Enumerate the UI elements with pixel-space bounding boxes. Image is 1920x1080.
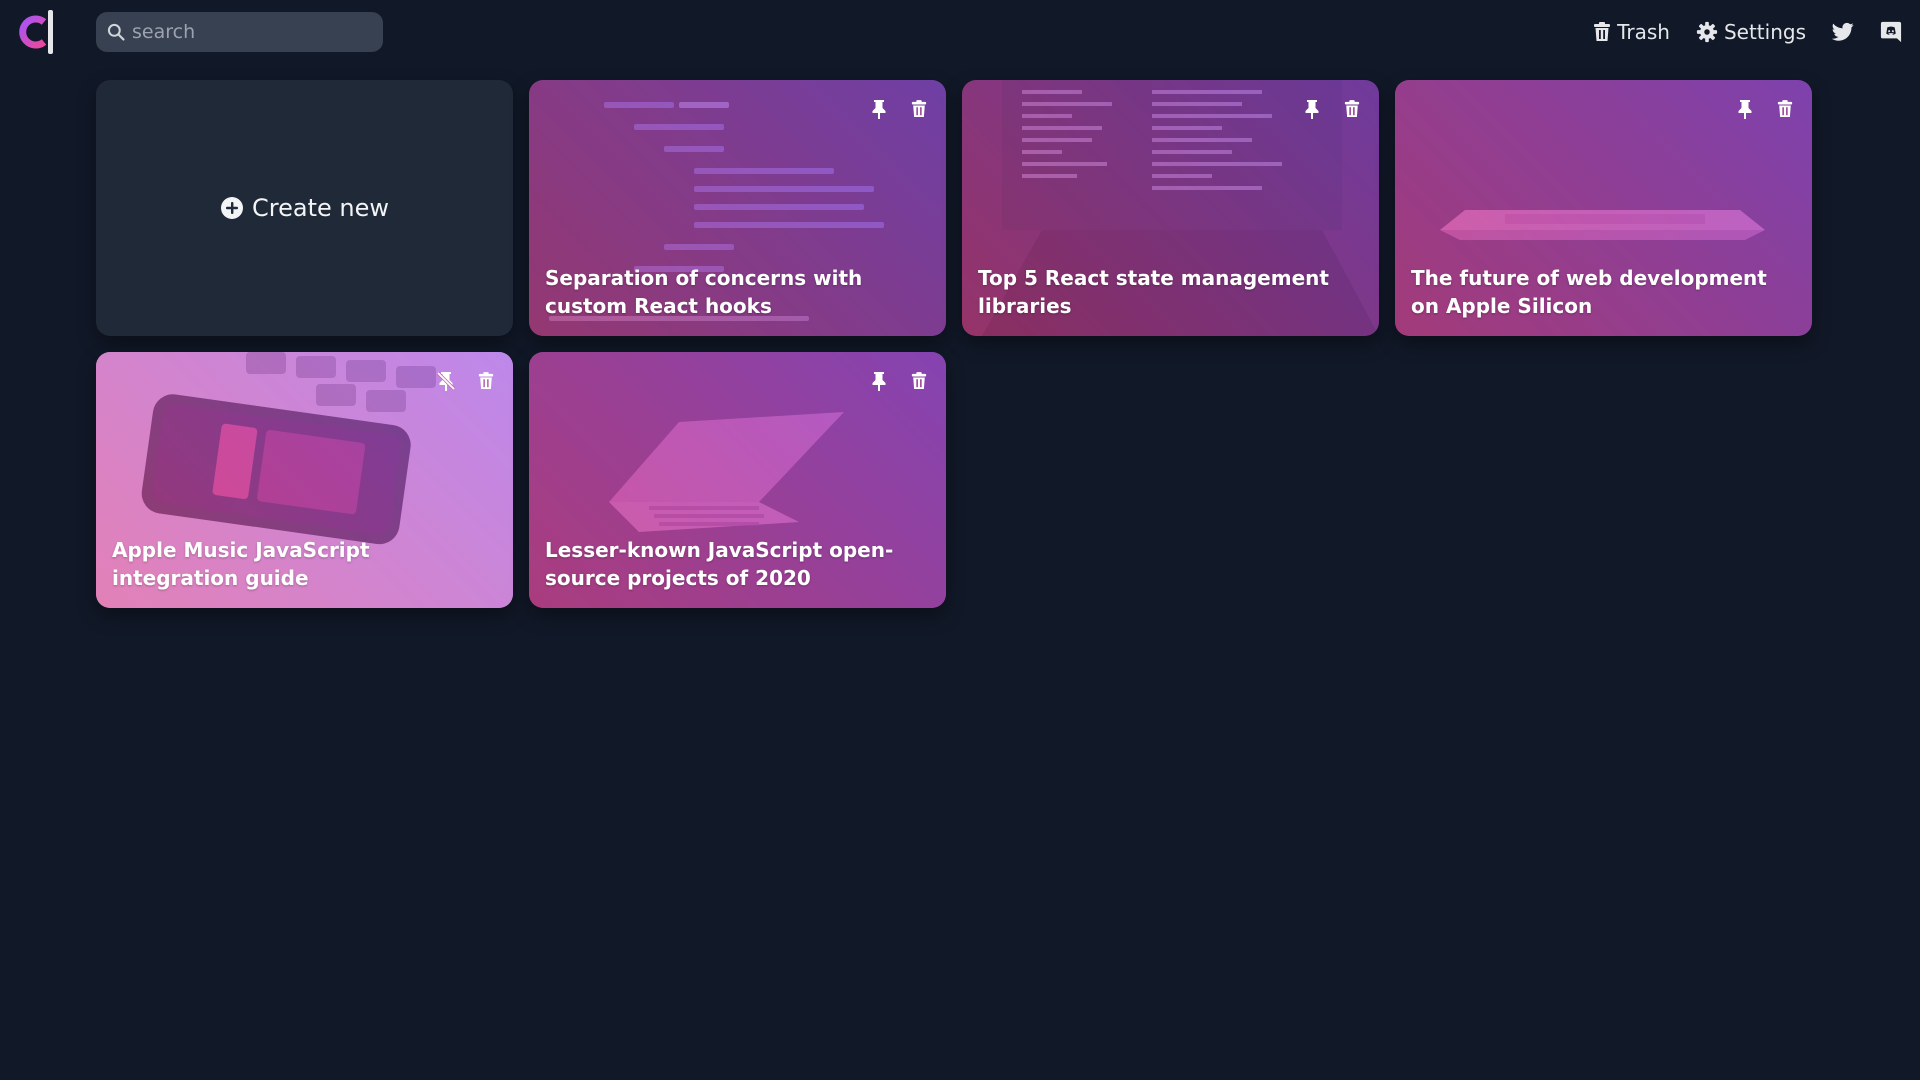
plus-circle-icon	[221, 197, 243, 219]
trash-label: Trash	[1617, 20, 1670, 44]
twitter-icon	[1832, 22, 1854, 41]
pin-icon	[1305, 100, 1319, 119]
card-actions	[866, 96, 932, 122]
note-card[interactable]: The future of web development on Apple S…	[1395, 80, 1812, 336]
card-actions	[1299, 96, 1365, 122]
trash-icon	[478, 372, 494, 389]
trash-icon	[911, 372, 927, 389]
c-logo-icon[interactable]	[14, 8, 58, 56]
delete-button[interactable]	[1339, 96, 1365, 122]
search-input[interactable]	[132, 21, 362, 43]
card-title: Apple Music JavaScript integration guide	[112, 538, 370, 590]
search-icon	[107, 23, 125, 41]
top-nav: Trash Settings	[1593, 14, 1902, 50]
card-actions	[433, 368, 499, 394]
delete-button[interactable]	[1772, 96, 1798, 122]
card-title: Lesser-known JavaScript open-source proj…	[545, 538, 894, 590]
pin-button[interactable]	[1732, 96, 1758, 122]
create-new-label: Create new	[252, 194, 389, 222]
pin-icon	[1738, 100, 1752, 119]
settings-label: Settings	[1723, 20, 1806, 44]
delete-button[interactable]	[906, 96, 932, 122]
note-card[interactable]: Top 5 React state management libraries	[962, 80, 1379, 336]
discord-icon	[1880, 21, 1902, 43]
top-bar: Trash Settings	[0, 0, 1920, 64]
delete-button[interactable]	[473, 368, 499, 394]
trash-icon	[911, 100, 927, 117]
card-actions	[866, 368, 932, 394]
pin-icon	[872, 100, 886, 119]
delete-button[interactable]	[906, 368, 932, 394]
card-title: Separation of concerns with custom React…	[545, 266, 863, 318]
settings-button[interactable]: Settings	[1696, 20, 1806, 44]
note-card[interactable]: Lesser-known JavaScript open-source proj…	[529, 352, 946, 608]
trash-icon	[1344, 100, 1360, 117]
pin-icon	[872, 372, 886, 391]
twitter-link[interactable]	[1832, 22, 1854, 42]
pin-button[interactable]	[866, 368, 892, 394]
gear-icon	[1696, 21, 1718, 43]
card-title: The future of web development on Apple S…	[1411, 266, 1767, 318]
create-new-card[interactable]: Create new	[96, 80, 513, 336]
trash-icon	[1777, 100, 1793, 117]
card-actions	[1732, 96, 1798, 122]
card-title: Top 5 React state management libraries	[978, 266, 1329, 318]
trash-icon	[1594, 22, 1611, 41]
pin-button[interactable]	[1299, 96, 1325, 122]
discord-link[interactable]	[1880, 21, 1902, 43]
pin-button[interactable]	[866, 96, 892, 122]
unpin-button[interactable]	[433, 368, 459, 394]
note-card[interactable]: Separation of concerns with custom React…	[529, 80, 946, 336]
trash-button[interactable]: Trash	[1593, 20, 1670, 44]
notes-grid: Create new Separation of concerns with c…	[96, 80, 1812, 608]
search-bar[interactable]	[96, 12, 383, 52]
note-card[interactable]: Apple Music JavaScript integration guide	[96, 352, 513, 608]
unpin-icon	[436, 371, 456, 391]
